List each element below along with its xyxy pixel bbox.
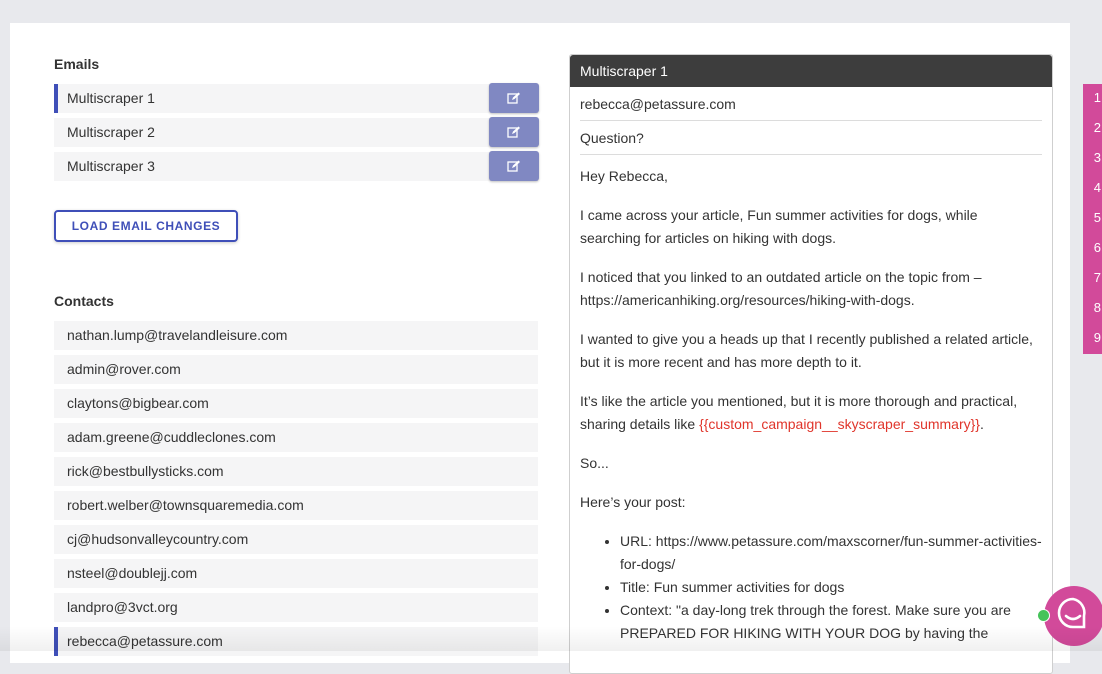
preview-bullet: URL: https://www.petassure.com/maxscorne… (620, 530, 1042, 576)
preview-bullet: Context: "a day-long trek through the fo… (620, 599, 1042, 645)
step-number[interactable]: 9 (1083, 330, 1102, 345)
contact-item[interactable]: claytons@bigbear.com (54, 389, 538, 418)
contact-item[interactable]: admin@rover.com (54, 355, 538, 384)
contact-item[interactable]: nsteel@doublejj.com (54, 559, 538, 588)
contact-item-selected[interactable]: rebecca@petassure.com (54, 627, 538, 656)
contact-email: claytons@bigbear.com (67, 395, 209, 411)
preview-header: Multiscraper 1 (570, 55, 1052, 87)
preview-bullet-list: URL: https://www.petassure.com/maxscorne… (580, 530, 1042, 645)
contact-item[interactable]: cj@hudsonvalleycountry.com (54, 525, 538, 554)
preview-subject: Question? (580, 121, 1042, 155)
preview-paragraph: It’s like the article you mentioned, but… (580, 390, 1042, 436)
email-item-multiscraper-3[interactable]: Multiscraper 3 (54, 151, 539, 181)
step-number[interactable]: 8 (1083, 300, 1102, 315)
chat-button[interactable] (1044, 586, 1102, 646)
step-number[interactable]: 6 (1083, 240, 1102, 255)
contact-item[interactable]: rick@bestbullysticks.com (54, 457, 538, 486)
contact-email: cj@hudsonvalleycountry.com (67, 531, 249, 547)
email-preview-panel: Multiscraper 1 rebecca@petassure.com Que… (569, 54, 1053, 674)
edit-email-button[interactable] (489, 151, 539, 181)
contact-email: nathan.lump@travelandleisure.com (67, 327, 288, 343)
contact-email: admin@rover.com (67, 361, 181, 377)
email-item-multiscraper-2[interactable]: Multiscraper 2 (54, 117, 539, 147)
preview-paragraph: I noticed that you linked to an outdated… (580, 269, 982, 308)
preview-text: . (979, 416, 984, 432)
contact-email: rick@bestbullysticks.com (67, 463, 224, 479)
chat-icon (1057, 597, 1086, 629)
load-email-changes-button[interactable]: LOAD EMAIL CHANGES (54, 210, 238, 242)
edit-email-button[interactable] (489, 117, 539, 147)
edit-icon (507, 126, 520, 138)
email-item-multiscraper-1[interactable]: Multiscraper 1 (54, 83, 539, 113)
contact-item[interactable]: landpro@3vct.org (54, 593, 538, 622)
email-item-label: Multiscraper 3 (67, 158, 155, 174)
step-number[interactable]: 3 (1083, 150, 1102, 165)
edit-icon (507, 92, 520, 104)
contact-item[interactable]: nathan.lump@travelandleisure.com (54, 321, 538, 350)
template-variable: {{custom_campaign__skyscraper_summary}} (699, 416, 980, 432)
contact-email: nsteel@doublejj.com (67, 565, 198, 581)
preview-paragraph: I wanted to give you a heads up that I r… (580, 331, 1033, 370)
email-item-label: Multiscraper 1 (67, 90, 155, 106)
step-number[interactable]: 1 (1083, 90, 1102, 105)
emails-heading: Emails (54, 56, 100, 72)
step-number[interactable]: 7 (1083, 270, 1102, 285)
preview-paragraph: Here’s your post: (580, 494, 686, 510)
contact-item[interactable]: robert.welber@townsquaremedia.com (54, 491, 538, 520)
preview-paragraph: I came across your article, Fun summer a… (580, 207, 978, 246)
contact-item[interactable]: adam.greene@cuddleclones.com (54, 423, 538, 452)
email-item-label: Multiscraper 2 (67, 124, 155, 140)
preview-bullet: Title: Fun summer activities for dogs (620, 576, 1042, 599)
contact-email: adam.greene@cuddleclones.com (67, 429, 276, 445)
edit-icon (507, 160, 520, 172)
step-number[interactable]: 2 (1083, 120, 1102, 135)
preview-paragraph: So... (580, 455, 609, 471)
contact-email: robert.welber@townsquaremedia.com (67, 497, 304, 513)
contact-email: landpro@3vct.org (67, 599, 178, 615)
online-status-dot (1037, 609, 1050, 622)
step-number[interactable]: 5 (1083, 210, 1102, 225)
preview-body: Hey Rebecca, I came across your article,… (570, 155, 1052, 645)
step-number-bar: 1 2 3 4 5 6 7 8 9 (1083, 84, 1102, 354)
edit-email-button[interactable] (489, 83, 539, 113)
step-number[interactable]: 4 (1083, 180, 1102, 195)
contacts-heading: Contacts (54, 293, 114, 309)
preview-greeting: Hey Rebecca, (580, 168, 668, 184)
preview-recipient: rebecca@petassure.com (580, 87, 1042, 121)
contact-email: rebecca@petassure.com (67, 633, 223, 649)
